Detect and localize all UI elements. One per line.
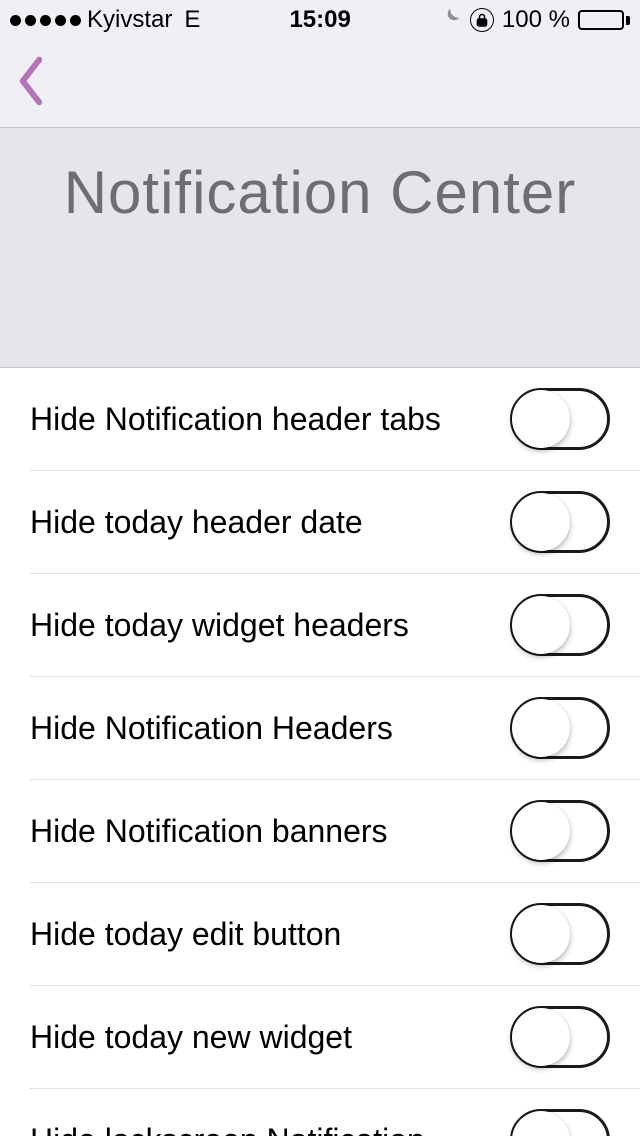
- signal-strength-icon: [10, 15, 81, 26]
- toggle-hide-today-new-widget[interactable]: [510, 1006, 610, 1068]
- toggle-hide-lockscreen-notification[interactable]: [510, 1109, 610, 1136]
- toggle-hide-notification-headers[interactable]: [510, 697, 610, 759]
- setting-row-hide-today-header-date: Hide today header date: [30, 470, 640, 573]
- setting-row-hide-notification-header-tabs: Hide Notification header tabs: [0, 368, 640, 470]
- network-type-label: E: [184, 6, 200, 34]
- setting-row-hide-lockscreen-notification: Hide lockscreen Notification...: [30, 1088, 640, 1136]
- toggle-hide-notification-header-tabs[interactable]: [510, 388, 610, 450]
- settings-list: Hide Notification header tabs Hide today…: [0, 368, 640, 1136]
- setting-label: Hide today widget headers: [30, 607, 510, 644]
- battery-percent-label: 100 %: [502, 6, 570, 34]
- status-left: Kyivstar E: [10, 6, 200, 34]
- orientation-lock-icon: [470, 8, 494, 32]
- setting-label: Hide today edit button: [30, 916, 510, 953]
- setting-row-hide-today-new-widget: Hide today new widget: [30, 985, 640, 1088]
- setting-row-hide-notification-headers: Hide Notification Headers: [30, 676, 640, 779]
- toggle-hide-today-header-date[interactable]: [510, 491, 610, 553]
- setting-label: Hide Notification Headers: [30, 710, 510, 747]
- back-button[interactable]: [14, 55, 48, 112]
- setting-label: Hide lockscreen Notification...: [30, 1122, 510, 1136]
- battery-icon: [578, 10, 630, 30]
- nav-bar: [0, 40, 640, 128]
- setting-label: Hide Notification header tabs: [30, 401, 510, 438]
- setting-label: Hide today new widget: [30, 1019, 510, 1056]
- setting-row-hide-today-widget-headers: Hide today widget headers: [30, 573, 640, 676]
- setting-row-hide-notification-banners: Hide Notification banners: [30, 779, 640, 882]
- setting-label: Hide today header date: [30, 504, 510, 541]
- toggle-hide-notification-banners[interactable]: [510, 800, 610, 862]
- clock-label: 15:09: [289, 6, 350, 34]
- setting-row-hide-today-edit-button: Hide today edit button: [30, 882, 640, 985]
- toggle-hide-today-edit-button[interactable]: [510, 903, 610, 965]
- do-not-disturb-icon: [440, 6, 462, 34]
- toggle-hide-today-widget-headers[interactable]: [510, 594, 610, 656]
- section-header: Notification Center: [0, 128, 640, 368]
- page-title: Notification Center: [0, 158, 640, 227]
- setting-label: Hide Notification banners: [30, 813, 510, 850]
- carrier-label: Kyivstar: [87, 6, 172, 34]
- status-bar: Kyivstar E 15:09 100 %: [0, 0, 640, 40]
- status-right: 100 %: [440, 6, 630, 34]
